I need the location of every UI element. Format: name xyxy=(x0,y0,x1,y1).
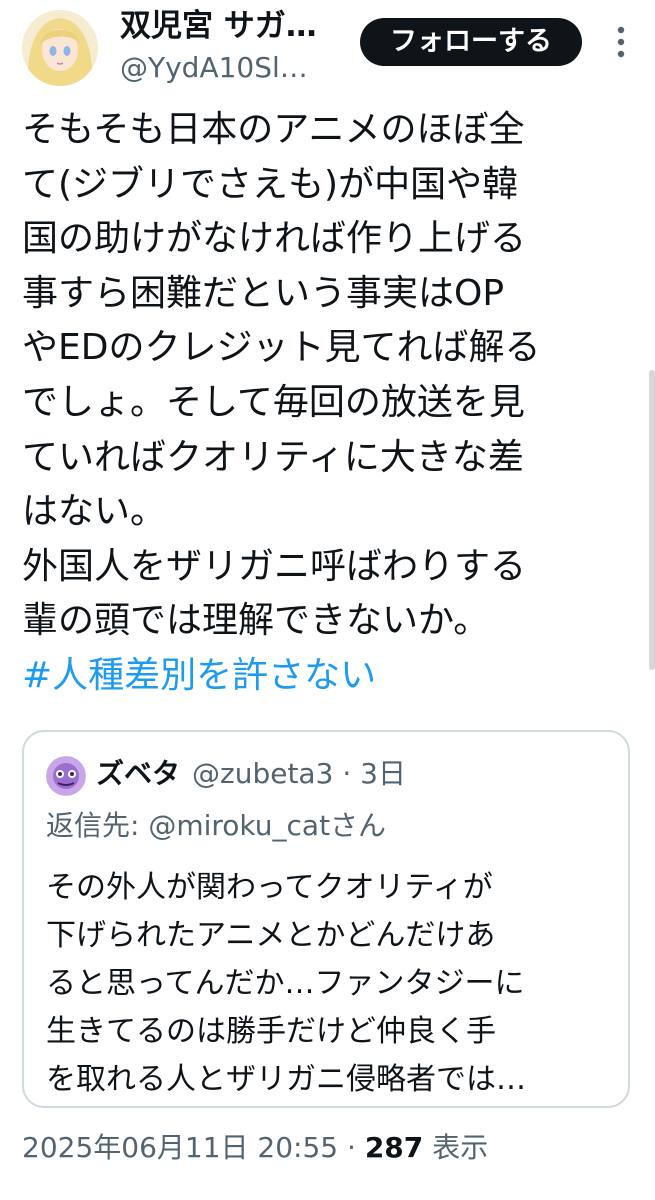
tweet-text-line: はない。 xyxy=(22,491,167,533)
tweet-text-line: 輩の頭では理解できないか。 xyxy=(22,600,490,642)
tweet-text-line: 事すら困難だという事実はOP xyxy=(22,272,505,314)
quoted-author-handle: @zubeta3 xyxy=(192,757,334,790)
quoted-tweet-time: 3日 xyxy=(360,757,406,790)
meta-separator: · xyxy=(347,1131,356,1164)
hashtag-link[interactable]: #人種差別を許さない xyxy=(22,649,647,704)
tweet-text-line: 国の助けがなければ作り上げる xyxy=(22,218,527,260)
views-label: 表示 xyxy=(432,1131,489,1164)
tweet-footer-meta: 2025年06月11日 20:55 · 287 表示 xyxy=(22,1126,488,1170)
tweet-header: 双児宮 サガ… @YydA10Sl… フォローする xyxy=(0,0,655,100)
views-count: 287 xyxy=(364,1131,424,1164)
quoted-author-name: ズベタ xyxy=(96,757,181,790)
tweet-text: そもそも日本のアニメのほぼ全 て(ジブリでさえも)が中国や韓 国の助けがなければ… xyxy=(22,103,647,704)
quoted-text-line: その外人が関わってクオリティが xyxy=(46,870,493,905)
follow-button[interactable]: フォローする xyxy=(360,18,582,66)
quoted-author-avatar xyxy=(46,756,86,796)
tweet-text-line: 外国人をザリガニ呼ばわりする xyxy=(22,545,527,587)
quoted-tweet-meta: @zubeta3 · 3日 xyxy=(192,752,406,796)
reply-to-handle: @miroku_catさん xyxy=(148,809,387,842)
tweet-text-line: でしょ。そして毎回の放送を見 xyxy=(22,381,525,423)
reply-prefix: 返信先: xyxy=(46,809,149,842)
more-vertical-icon[interactable] xyxy=(606,18,636,66)
tweet-timestamp[interactable]: 2025年06月11日 20:55 xyxy=(22,1131,338,1164)
quoted-text-line: 生きてるのは勝手だけど仲良く手 xyxy=(46,1014,496,1049)
tweet-text-line: ていればクオリティに大きな差 xyxy=(22,436,524,478)
author-handle[interactable]: @YydA10Sl… xyxy=(120,48,308,88)
tweet-text-line: て(ジブリでさえも)が中国や韓 xyxy=(22,163,519,205)
quoted-text-line: ると思ってんだか…ファンタジーに xyxy=(46,966,525,1001)
avatar-icon xyxy=(46,756,86,796)
quoted-tweet-card[interactable]: ズベタ @zubeta3 · 3日 返信先: @miroku_catさん その外… xyxy=(22,730,630,1108)
scrollbar[interactable] xyxy=(649,370,655,670)
tweet-text-line: そもそも日本のアニメのほぼ全 xyxy=(22,109,525,150)
meta-separator: · xyxy=(342,757,352,790)
anime-avatar-icon xyxy=(22,10,98,86)
author-avatar[interactable] xyxy=(22,10,98,86)
quoted-tweet-text: その外人が関わってクオリティが 下げられたアニメとかどんだけあ ると思ってんだか… xyxy=(46,864,616,1104)
reply-to-line: 返信先: @miroku_catさん xyxy=(46,804,386,848)
quoted-text-line: を取れる人とザリガニ侵略者では… xyxy=(46,1062,526,1097)
tweet-text-line: やEDのクレジット見てれば解る xyxy=(22,327,541,369)
author-display-name[interactable]: 双児宮 サガ… xyxy=(120,4,317,48)
quoted-text-line: 下げられたアニメとかどんだけあ xyxy=(46,918,496,953)
